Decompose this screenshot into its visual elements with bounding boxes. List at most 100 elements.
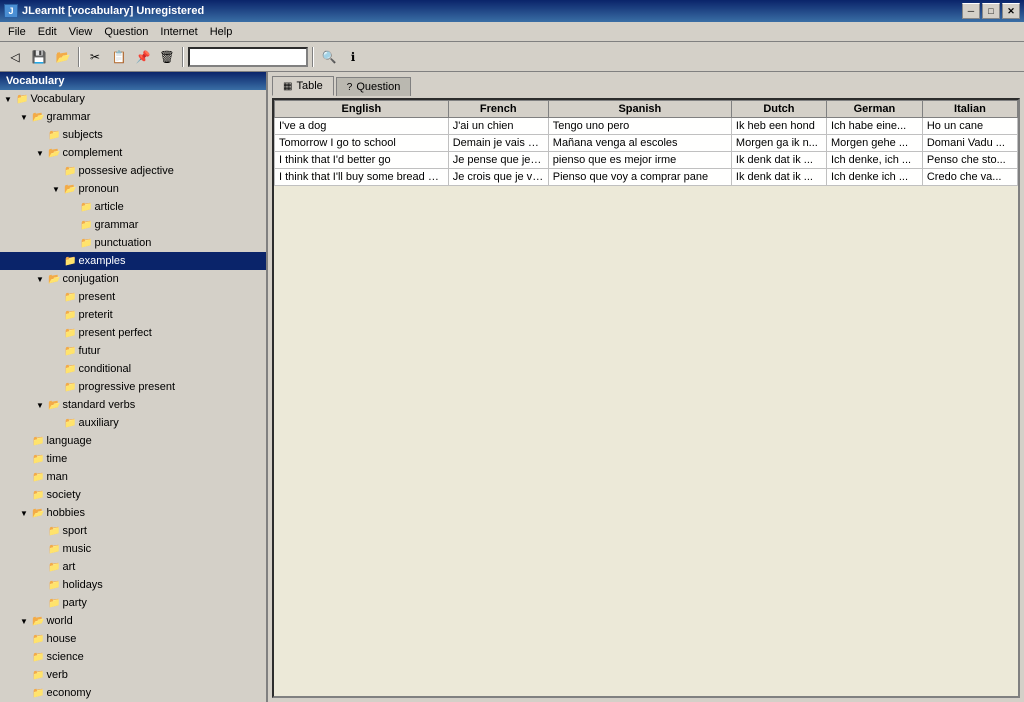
menu-edit[interactable]: Edit <box>32 24 63 40</box>
col-header-french[interactable]: French <box>448 101 548 118</box>
tree-expander-standard-verbs[interactable]: ▼ <box>32 397 48 413</box>
tree-expander-article[interactable] <box>64 199 80 215</box>
tree-item-science[interactable]: 📁science <box>0 648 266 666</box>
tree-expander-grammar2[interactable] <box>64 217 80 233</box>
tree-expander-house[interactable] <box>16 631 32 647</box>
table-row[interactable]: I think that I'll buy some bread nowJe c… <box>275 169 1018 186</box>
tree-item-progressive-present[interactable]: 📁progressive present <box>0 378 266 396</box>
tree-expander-vocabulary[interactable]: ▼ <box>0 91 16 107</box>
tree-item-examples[interactable]: 📁examples <box>0 252 266 270</box>
tree-expander-conditional[interactable] <box>48 361 64 377</box>
tree-item-vocabulary[interactable]: ▼📁Vocabulary <box>0 90 266 108</box>
tree-item-standard-verbs[interactable]: ▼📂standard verbs <box>0 396 266 414</box>
tree-item-complement[interactable]: ▼📂complement <box>0 144 266 162</box>
tree-expander-present-perfect[interactable] <box>48 325 64 341</box>
tree-expander-subjects[interactable] <box>32 127 48 143</box>
menu-view[interactable]: View <box>63 24 99 40</box>
tree-item-man[interactable]: 📁man <box>0 468 266 486</box>
tree-item-pronoun[interactable]: ▼📂pronoun <box>0 180 266 198</box>
tree-item-futur[interactable]: 📁futur <box>0 342 266 360</box>
tree-item-time[interactable]: 📁time <box>0 450 266 468</box>
tree-item-party[interactable]: 📁party <box>0 594 266 612</box>
tree-item-hobbies[interactable]: ▼📂hobbies <box>0 504 266 522</box>
tree-item-society[interactable]: 📁society <box>0 486 266 504</box>
col-header-italian[interactable]: Italian <box>922 101 1017 118</box>
tree-expander-progressive-present[interactable] <box>48 379 64 395</box>
tree-expander-art[interactable] <box>32 559 48 575</box>
minimize-button[interactable]: ─ <box>962 3 980 19</box>
tree-scroll[interactable]: ▼📁Vocabulary▼📂grammar📁subjects▼📂compleme… <box>0 90 266 702</box>
tree-expander-punctuation[interactable] <box>64 235 80 251</box>
tree-item-punctuation[interactable]: 📁punctuation <box>0 234 266 252</box>
search-input[interactable] <box>188 47 308 67</box>
tree-expander-music[interactable] <box>32 541 48 557</box>
tree-expander-complement[interactable]: ▼ <box>32 145 48 161</box>
tree-item-art[interactable]: 📁art <box>0 558 266 576</box>
toolbar-btn-info[interactable]: ℹ <box>342 46 364 68</box>
tree-item-conjugation[interactable]: ▼📂conjugation <box>0 270 266 288</box>
tree-item-possesive-adjective[interactable]: 📁possesive adjective <box>0 162 266 180</box>
table-row[interactable]: I think that I'd better goJe pense que j… <box>275 152 1018 169</box>
tree-expander-possesive-adjective[interactable] <box>48 163 64 179</box>
tree-item-grammar2[interactable]: 📁grammar <box>0 216 266 234</box>
table-row[interactable]: I've a dogJ'ai un chienTengo uno peroIk … <box>275 118 1018 135</box>
tree-expander-conjugation[interactable]: ▼ <box>32 271 48 287</box>
tree-expander-language[interactable] <box>16 433 32 449</box>
tree-item-music[interactable]: 📁music <box>0 540 266 558</box>
tree-expander-hobbies[interactable]: ▼ <box>16 505 32 521</box>
tree-expander-grammar[interactable]: ▼ <box>16 109 32 125</box>
toolbar-btn-back[interactable]: ◁ <box>4 46 26 68</box>
tree-expander-verb[interactable] <box>16 667 32 683</box>
tree-item-holidays[interactable]: 📁holidays <box>0 576 266 594</box>
tree-expander-economy[interactable] <box>16 685 32 701</box>
tree-item-auxiliary[interactable]: 📁auxiliary <box>0 414 266 432</box>
tree-expander-party[interactable] <box>32 595 48 611</box>
menu-file[interactable]: File <box>2 24 32 40</box>
close-button[interactable]: ✕ <box>1002 3 1020 19</box>
toolbar-btn-save[interactable]: 💾 <box>28 46 50 68</box>
tree-item-article[interactable]: 📁article <box>0 198 266 216</box>
tree-item-preterit[interactable]: 📁preterit <box>0 306 266 324</box>
tree-expander-pronoun[interactable]: ▼ <box>48 181 64 197</box>
toolbar-btn-cut[interactable]: ✂ <box>84 46 106 68</box>
col-header-dutch[interactable]: Dutch <box>731 101 826 118</box>
tree-item-language[interactable]: 📁language <box>0 432 266 450</box>
col-header-english[interactable]: English <box>275 101 449 118</box>
tree-item-grammar[interactable]: ▼📂grammar <box>0 108 266 126</box>
tree-item-economy[interactable]: 📁economy <box>0 684 266 702</box>
tab-table[interactable]: ▦ Table <box>272 76 334 96</box>
tree-expander-present[interactable] <box>48 289 64 305</box>
tree-expander-futur[interactable] <box>48 343 64 359</box>
tree-expander-world[interactable]: ▼ <box>16 613 32 629</box>
toolbar-btn-delete[interactable]: 🗑 <box>156 46 178 68</box>
table-row[interactable]: Tomorrow I go to schoolDemain je vais à … <box>275 135 1018 152</box>
toolbar-btn-search[interactable]: 🔍 <box>318 46 340 68</box>
table-area[interactable]: English French Spanish Dutch German Ital… <box>272 98 1020 698</box>
toolbar-btn-copy[interactable]: 📋 <box>108 46 130 68</box>
tree-expander-examples[interactable] <box>48 253 64 269</box>
tree-item-conditional[interactable]: 📁conditional <box>0 360 266 378</box>
tree-item-verb[interactable]: 📁verb <box>0 666 266 684</box>
col-header-spanish[interactable]: Spanish <box>548 101 731 118</box>
tree-expander-time[interactable] <box>16 451 32 467</box>
toolbar-btn-open[interactable]: 📂 <box>52 46 74 68</box>
tree-expander-sport[interactable] <box>32 523 48 539</box>
maximize-button[interactable]: □ <box>982 3 1000 19</box>
tree-expander-auxiliary[interactable] <box>48 415 64 431</box>
tree-expander-science[interactable] <box>16 649 32 665</box>
tree-item-subjects[interactable]: 📁subjects <box>0 126 266 144</box>
menu-question[interactable]: Question <box>98 24 154 40</box>
toolbar-btn-paste[interactable]: 📌 <box>132 46 154 68</box>
tree-item-present-perfect[interactable]: 📁present perfect <box>0 324 266 342</box>
menu-internet[interactable]: Internet <box>154 24 203 40</box>
tree-item-world[interactable]: ▼📂world <box>0 612 266 630</box>
tree-expander-holidays[interactable] <box>32 577 48 593</box>
tree-expander-preterit[interactable] <box>48 307 64 323</box>
tree-item-present[interactable]: 📁present <box>0 288 266 306</box>
tree-item-house[interactable]: 📁house <box>0 630 266 648</box>
tree-item-sport[interactable]: 📁sport <box>0 522 266 540</box>
tab-question[interactable]: ? Question <box>336 77 412 96</box>
col-header-german[interactable]: German <box>826 101 922 118</box>
tree-expander-man[interactable] <box>16 469 32 485</box>
tree-expander-society[interactable] <box>16 487 32 503</box>
